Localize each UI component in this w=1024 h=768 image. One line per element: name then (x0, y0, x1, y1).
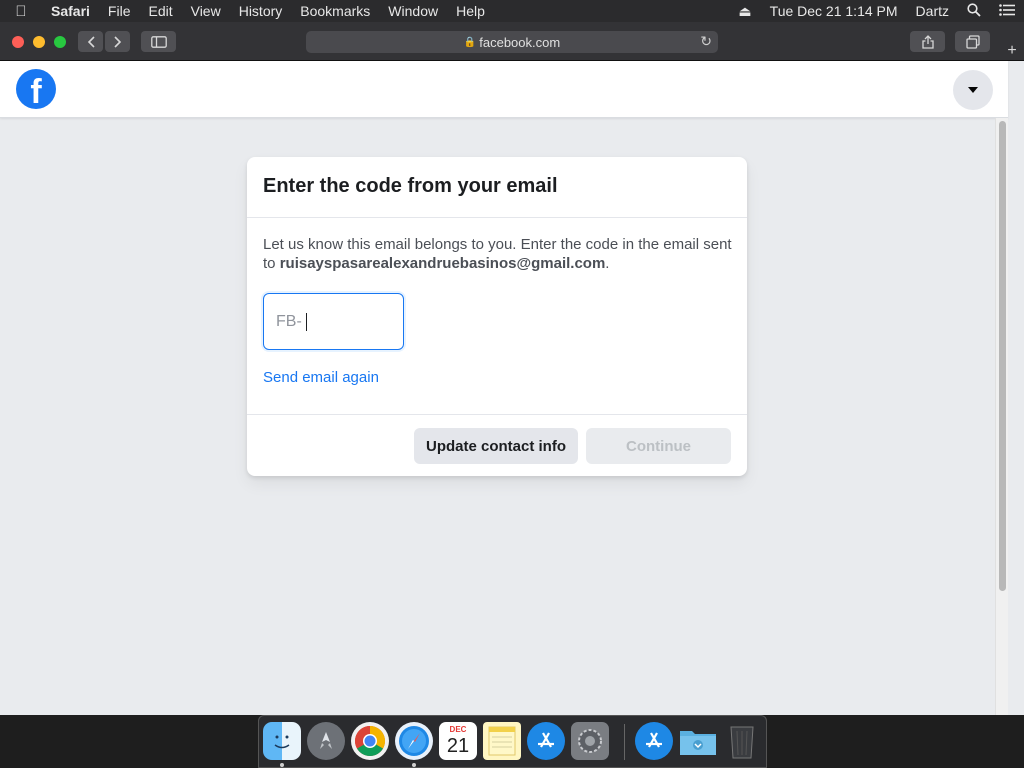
menu-history[interactable]: History (230, 0, 292, 22)
apple-icon[interactable]:  (0, 3, 42, 20)
card-description: Let us know this email belongs to you. E… (263, 235, 733, 273)
send-email-again-link[interactable]: Send email again (263, 369, 379, 386)
downloads-folder-icon[interactable] (679, 722, 717, 760)
browser-toolbar: 🔒 facebook.com ↻ + (0, 22, 1024, 61)
chevron-left-icon (87, 35, 95, 48)
menu-window[interactable]: Window (379, 0, 447, 22)
scrollbar-thumb[interactable] (999, 121, 1006, 591)
clock[interactable]: Tue Dec 21 1:14 PM (761, 3, 907, 19)
url-text: facebook.com (479, 34, 561, 50)
caret-down-icon (968, 87, 978, 93)
launchpad-icon[interactable] (307, 722, 345, 760)
calendar-month: DEC (449, 725, 467, 734)
sidebar-toggle-button[interactable] (141, 31, 176, 52)
facebook-header: f (0, 61, 1008, 118)
app-store-icon[interactable] (527, 722, 565, 760)
text-cursor (305, 312, 307, 331)
email-address: ruisayspasarealexandruebasinos@gmail.com (279, 255, 606, 272)
continue-button[interactable]: Continue (586, 428, 731, 464)
divider (247, 414, 747, 415)
account-menu-button[interactable] (953, 70, 993, 110)
close-window-button[interactable] (12, 36, 24, 48)
tabs-overview-icon (965, 34, 980, 49)
system-preferences-icon[interactable] (571, 722, 609, 760)
running-indicator (280, 763, 284, 767)
new-tab-button[interactable]: + (1002, 41, 1022, 61)
running-indicator (412, 763, 416, 767)
lock-icon: 🔒 (463, 36, 477, 48)
web-page: f Enter the code from your email Let us … (0, 61, 1024, 715)
menubar-status-area: ⏏ Tue Dec 21 1:14 PM Dartz (729, 0, 1024, 22)
sidebar-icon (150, 35, 167, 48)
update-contact-info-button[interactable]: Update contact info (414, 428, 578, 464)
minimize-window-button[interactable] (33, 36, 45, 48)
user-name[interactable]: Dartz (907, 3, 958, 19)
notification-center-icon[interactable] (990, 3, 1024, 19)
share-icon (921, 34, 934, 49)
show-tabs-button[interactable] (955, 31, 990, 52)
menu-file[interactable]: File (99, 0, 140, 22)
dock-separator (624, 724, 625, 760)
safari-icon[interactable] (395, 722, 433, 760)
address-bar[interactable]: 🔒 facebook.com ↻ (306, 31, 718, 53)
eject-icon[interactable]: ⏏ (729, 3, 760, 20)
trash-icon[interactable] (723, 722, 761, 760)
calendar-day: 21 (446, 735, 470, 757)
spotlight-search-icon[interactable] (958, 2, 990, 20)
divider (247, 217, 747, 218)
share-button[interactable] (910, 31, 945, 52)
zoom-window-button[interactable] (54, 36, 66, 48)
menubar:  Safari File Edit View History Bookmark… (0, 0, 1024, 22)
chevron-right-icon (113, 35, 121, 48)
code-prefix: FB- (276, 312, 302, 330)
calendar-icon[interactable]: DEC 21 (439, 722, 477, 760)
menu-help[interactable]: Help (447, 0, 494, 22)
menu-view[interactable]: View (182, 0, 230, 22)
app-store-download-icon[interactable] (635, 722, 673, 760)
menu-edit[interactable]: Edit (139, 0, 181, 22)
verification-card: Enter the code from your email Let us kn… (247, 157, 747, 476)
forward-button[interactable] (105, 31, 130, 52)
description-suffix: . (605, 255, 610, 272)
notes-icon[interactable] (483, 722, 521, 760)
finder-icon[interactable] (263, 722, 301, 760)
facebook-logo[interactable]: f (16, 69, 56, 109)
reload-icon[interactable]: ↻ (700, 33, 712, 50)
menu-bookmarks[interactable]: Bookmarks (291, 0, 379, 22)
menu-app-safari[interactable]: Safari (42, 0, 99, 22)
code-input[interactable]: FB- (263, 293, 404, 350)
card-title: Enter the code from your email (263, 175, 558, 197)
chrome-icon[interactable] (351, 722, 389, 760)
back-button[interactable] (78, 31, 103, 52)
dock: DEC 21 (258, 715, 767, 768)
